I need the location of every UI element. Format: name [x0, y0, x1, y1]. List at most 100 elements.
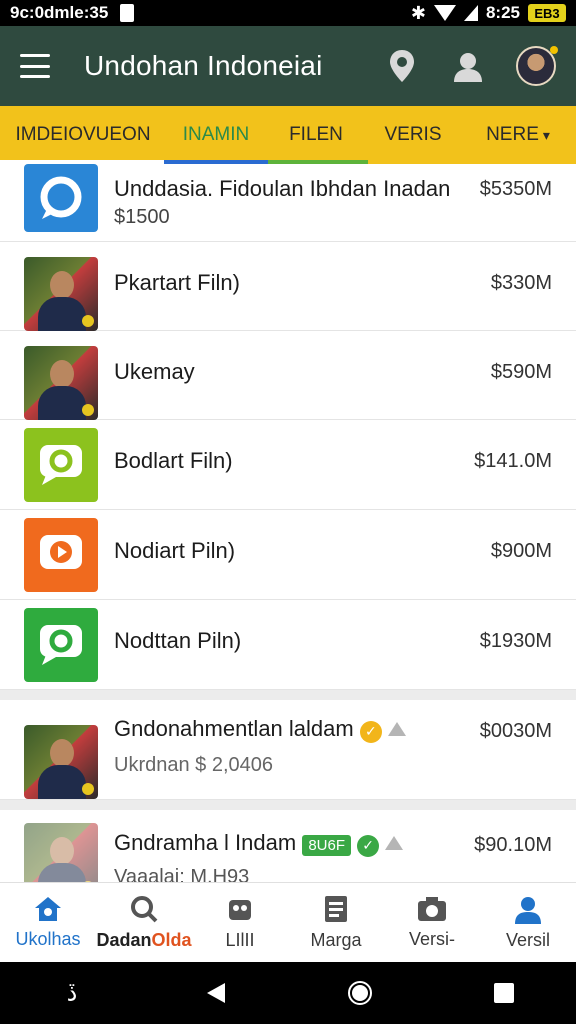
section-divider: [0, 690, 576, 700]
wifi-icon: [433, 5, 456, 21]
nav-robot[interactable]: LIlII: [192, 883, 288, 962]
nav-search[interactable]: DadanOlda: [96, 883, 192, 962]
person-icon: [515, 897, 541, 924]
tab-bar: IMDEIOVUEON INAMIN FILEN VERIS NERE ▾: [0, 106, 576, 164]
chevron-down-icon: ▾: [542, 126, 550, 143]
list-item[interactable]: Unddasia. Fidoulan Ibhdan Inadan $1500 $…: [0, 164, 576, 242]
nav-label: Marga: [310, 930, 362, 950]
status-badge: 8U6F: [302, 835, 352, 856]
nav-label-alt: Olda: [151, 930, 192, 950]
assistant-icon[interactable]: ڏ: [42, 968, 102, 1018]
item-price: $1930M: [479, 630, 552, 652]
item-name: Unddasia. Fidoulan Ibhdan Inadan: [114, 176, 451, 201]
tab-1[interactable]: IMDEIOVUEON: [0, 106, 166, 164]
warning-icon: [387, 722, 406, 736]
tab-label: NERE: [486, 124, 539, 145]
nav-label-text: Dadan: [96, 930, 152, 950]
item-name: Nodiart Piln): [114, 538, 236, 563]
chat-bubble-icon: [24, 164, 98, 232]
camera-icon: [418, 897, 446, 921]
item-name: Nodttan Piln): [114, 628, 242, 653]
nav-label: Versil: [505, 930, 550, 950]
app-bar-actions: [384, 46, 558, 86]
home-gear-icon: [35, 897, 61, 921]
sim-icon: [120, 4, 135, 22]
list-item[interactable]: Nodttan Piln) $1930M: [0, 600, 576, 690]
bluetooth-icon: ✱: [410, 2, 426, 23]
verified-icon: ✓: [359, 720, 382, 743]
nav-home[interactable]: Ukolhas: [0, 883, 96, 962]
tab-more[interactable]: NERE ▾: [460, 106, 576, 164]
item-price: $0030M: [479, 720, 552, 742]
photo-thumbnail: [24, 346, 98, 420]
photo-thumbnail: [24, 724, 98, 799]
document-icon: [325, 896, 347, 922]
tab-3[interactable]: FILEN: [266, 106, 366, 164]
status-time: 9c:0dmle:35: [10, 3, 109, 22]
app-title: Undohan Indoneiai: [84, 50, 323, 81]
avatar[interactable]: [516, 46, 558, 86]
tab-label: VERIS: [384, 124, 442, 145]
nav-profile[interactable]: Versil: [480, 883, 576, 962]
item-name: Gndramha l Indam 8U6F ✓: [114, 830, 404, 857]
back-icon[interactable]: [186, 968, 246, 1018]
warning-icon: [385, 836, 404, 850]
item-name-text: Gndonahmentlan laldam: [114, 716, 354, 741]
item-name: Pkartart Filn): [114, 270, 240, 295]
menu-icon[interactable]: [20, 54, 50, 78]
home-icon[interactable]: [330, 968, 390, 1018]
item-sub: Ukrdnan $ 2,0406: [114, 754, 274, 776]
app-bar: Undohan Indoneiai: [0, 26, 576, 106]
account-icon[interactable]: [450, 48, 486, 84]
photo-thumbnail: [24, 257, 98, 331]
nav-label: DadanOlda: [96, 930, 191, 951]
item-price: $5350M: [479, 178, 552, 200]
item-sub: Vaaalai: M.H93: [114, 866, 250, 882]
tab-label: INAMIN: [182, 124, 250, 145]
nav-document[interactable]: Marga: [288, 883, 384, 962]
bottom-nav: Ukolhas DadanOlda LIlII Marga Versi- Ver…: [0, 882, 576, 962]
item-sub: $1500: [114, 206, 170, 228]
robot-icon: [229, 900, 251, 920]
status-clock: 8:25: [485, 3, 520, 22]
list-item[interactable]: Gndramha l Indam 8U6F ✓ Vaaalai: M.H93 $…: [0, 810, 576, 882]
play-bubble-icon: [24, 518, 98, 592]
item-price: $141.0M: [474, 450, 552, 472]
battery-icon: EB3: [528, 4, 566, 22]
item-price: $90.10M: [474, 834, 552, 856]
status-right: ✱ 8:25 EB3: [411, 3, 566, 24]
tab-4[interactable]: VERIS: [366, 106, 460, 164]
item-name: Gndonahmentlan laldam ✓: [114, 716, 406, 743]
item-name: Ukemay: [114, 359, 195, 384]
status-bar: 9c:0dmle:35 ✱ 8:25 EB3: [0, 0, 576, 26]
item-price: $330M: [490, 272, 552, 294]
signal-icon: [463, 5, 478, 21]
map-pin-icon[interactable]: [384, 48, 420, 84]
camera-bubble-icon: [24, 608, 98, 682]
screen: 9c:0dmle:35 ✱ 8:25 EB3 Undohan Indoneiai: [0, 0, 576, 1024]
recents-icon[interactable]: [474, 968, 534, 1018]
system-nav: ڏ: [0, 962, 576, 1024]
tab-label: IMDEIOVUEON: [15, 124, 151, 145]
nav-camera[interactable]: Versi-: [384, 883, 480, 962]
tab-2[interactable]: INAMIN: [166, 106, 266, 164]
list-item[interactable]: Gndonahmentlan laldam ✓ Ukrdnan $ 2,0406…: [0, 700, 576, 800]
list-item[interactable]: Pkartart Filn) $330M: [0, 242, 576, 331]
search-icon: [131, 896, 158, 923]
item-price: $590M: [490, 361, 552, 383]
photo-thumbnail: [24, 823, 98, 882]
list-item[interactable]: Bodlart Filn) $141.0M: [0, 420, 576, 510]
list-item[interactable]: Ukemay $590M: [0, 331, 576, 420]
nav-label: LIlII: [225, 930, 255, 950]
item-name: Bodlart Filn): [114, 448, 233, 473]
verified-icon: ✓: [357, 834, 380, 857]
section-divider: [0, 800, 576, 810]
item-name-text: Gndramha l Indam: [114, 830, 297, 855]
item-price: $900M: [490, 540, 552, 562]
nav-label: Ukolhas: [15, 929, 81, 949]
nav-label: Versi-: [408, 929, 455, 949]
app-list: Unddasia. Fidoulan Ibhdan Inadan $1500 $…: [0, 164, 576, 882]
tab-label: FILEN: [289, 124, 343, 145]
list-item[interactable]: Nodiart Piln) $900M: [0, 510, 576, 600]
camera-bubble-icon: [24, 428, 98, 502]
